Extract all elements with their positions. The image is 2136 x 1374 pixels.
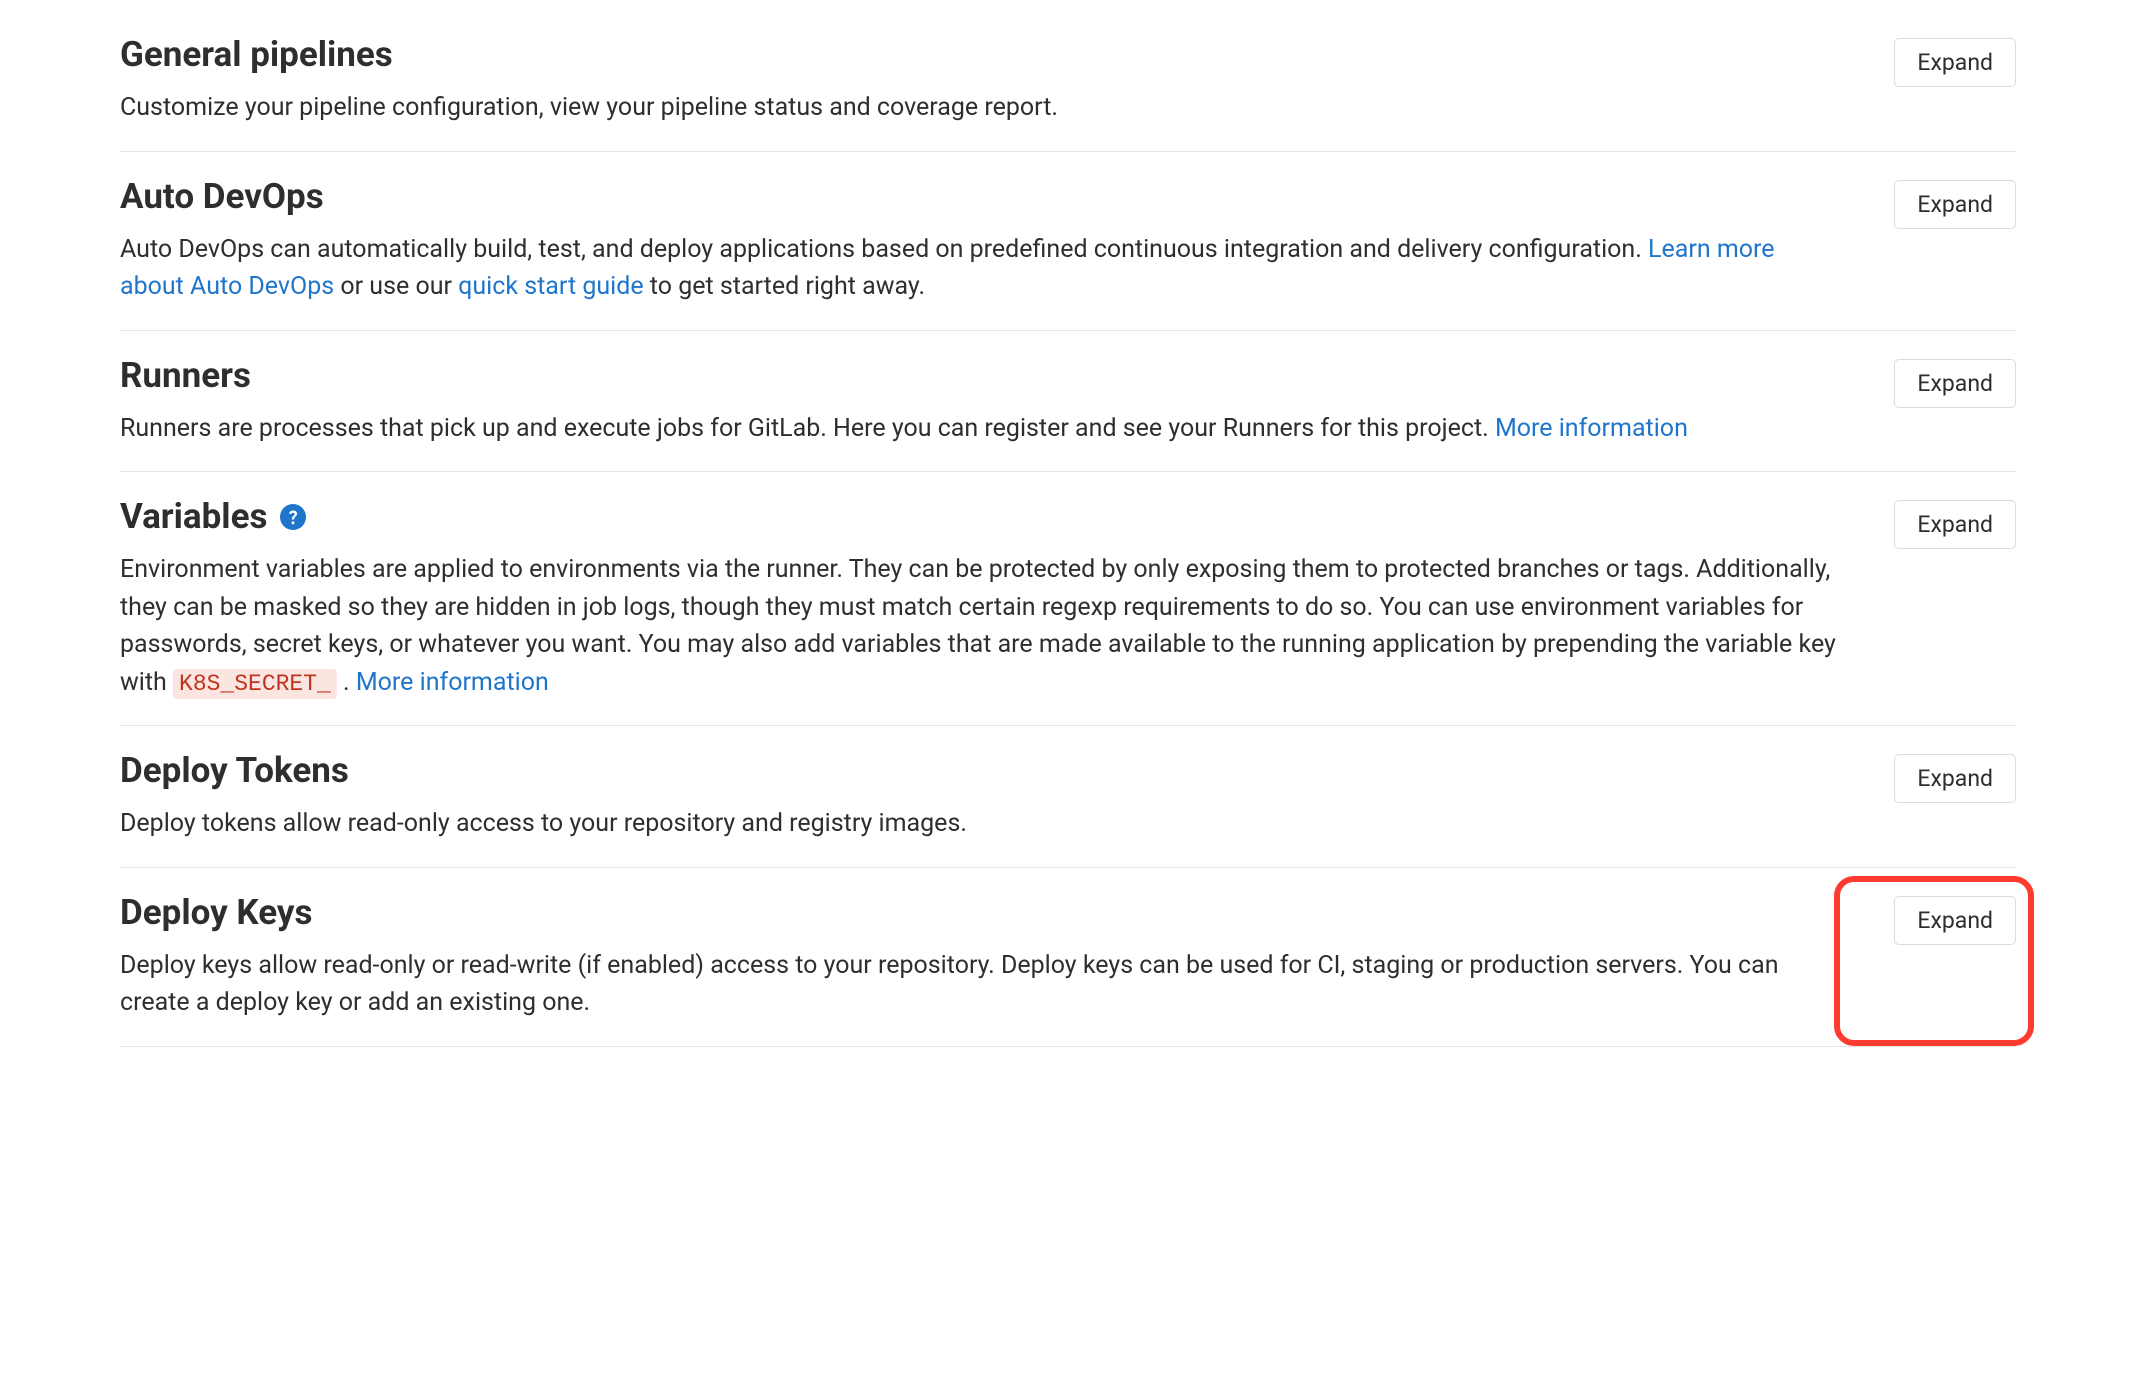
general-pipelines-desc: Customize your pipeline configuration, v… [120, 89, 1840, 127]
section-header: Deploy Tokens Deploy tokens allow read-o… [120, 750, 2016, 843]
section-header: Runners Runners are processes that pick … [120, 355, 2016, 448]
deploy-keys-title: Deploy Keys [120, 892, 313, 933]
section-title-wrap: Auto DevOps Auto DevOps can automaticall… [120, 176, 1894, 306]
runners-desc: Runners are processes that pick up and e… [120, 410, 1840, 448]
desc-text: Auto DevOps can automatically build, tes… [120, 235, 1648, 264]
desc-text: Runners are processes that pick up and e… [120, 414, 1495, 443]
section-runners: Runners Runners are processes that pick … [120, 331, 2016, 473]
section-deploy-keys: Deploy Keys Deploy keys allow read-only … [120, 868, 2016, 1047]
auto-devops-desc: Auto DevOps can automatically build, tes… [120, 231, 1840, 306]
section-header: General pipelines Customize your pipelin… [120, 34, 2016, 127]
expand-button-runners[interactable]: Expand [1894, 359, 2016, 408]
settings-container: General pipelines Customize your pipelin… [0, 0, 2136, 1087]
expand-button-general-pipelines[interactable]: Expand [1894, 38, 2016, 87]
variables-desc: Environment variables are applied to env… [120, 551, 1840, 701]
runners-title: Runners [120, 355, 251, 396]
k8s-secret-code: K8S_SECRET_ [173, 669, 337, 699]
deploy-tokens-title: Deploy Tokens [120, 750, 349, 791]
auto-devops-title: Auto DevOps [120, 176, 324, 217]
section-general-pipelines: General pipelines Customize your pipelin… [120, 10, 2016, 152]
runners-more-info-link[interactable]: More information [1495, 414, 1688, 443]
section-title-wrap: Deploy Tokens Deploy tokens allow read-o… [120, 750, 1894, 843]
section-title-wrap: Variables Environment variables are appl… [120, 496, 1894, 701]
variables-title-text: Variables [120, 496, 267, 537]
section-header: Auto DevOps Auto DevOps can automaticall… [120, 176, 2016, 306]
deploy-tokens-desc: Deploy tokens allow read-only access to … [120, 805, 1840, 843]
deploy-keys-desc: Deploy keys allow read-only or read-writ… [120, 947, 1840, 1022]
desc-text: . [337, 668, 356, 697]
expand-button-deploy-keys[interactable]: Expand [1894, 896, 2016, 945]
section-variables: Variables Environment variables are appl… [120, 472, 2016, 726]
quick-start-guide-link[interactable]: quick start guide [458, 272, 643, 301]
section-header: Variables Environment variables are appl… [120, 496, 2016, 701]
general-pipelines-title: General pipelines [120, 34, 393, 75]
desc-text: to get started right away. [644, 272, 925, 301]
section-title-wrap: General pipelines Customize your pipelin… [120, 34, 1894, 127]
expand-button-deploy-tokens[interactable]: Expand [1894, 754, 2016, 803]
expand-button-auto-devops[interactable]: Expand [1894, 180, 2016, 229]
variables-title: Variables [120, 496, 306, 537]
section-auto-devops: Auto DevOps Auto DevOps can automaticall… [120, 152, 2016, 331]
section-header: Deploy Keys Deploy keys allow read-only … [120, 892, 2016, 1022]
variables-more-info-link[interactable]: More information [356, 668, 549, 697]
help-icon[interactable] [280, 504, 306, 530]
section-title-wrap: Runners Runners are processes that pick … [120, 355, 1894, 448]
section-title-wrap: Deploy Keys Deploy keys allow read-only … [120, 892, 1894, 1022]
section-deploy-tokens: Deploy Tokens Deploy tokens allow read-o… [120, 726, 2016, 868]
expand-button-variables[interactable]: Expand [1894, 500, 2016, 549]
desc-text: or use our [334, 272, 458, 301]
